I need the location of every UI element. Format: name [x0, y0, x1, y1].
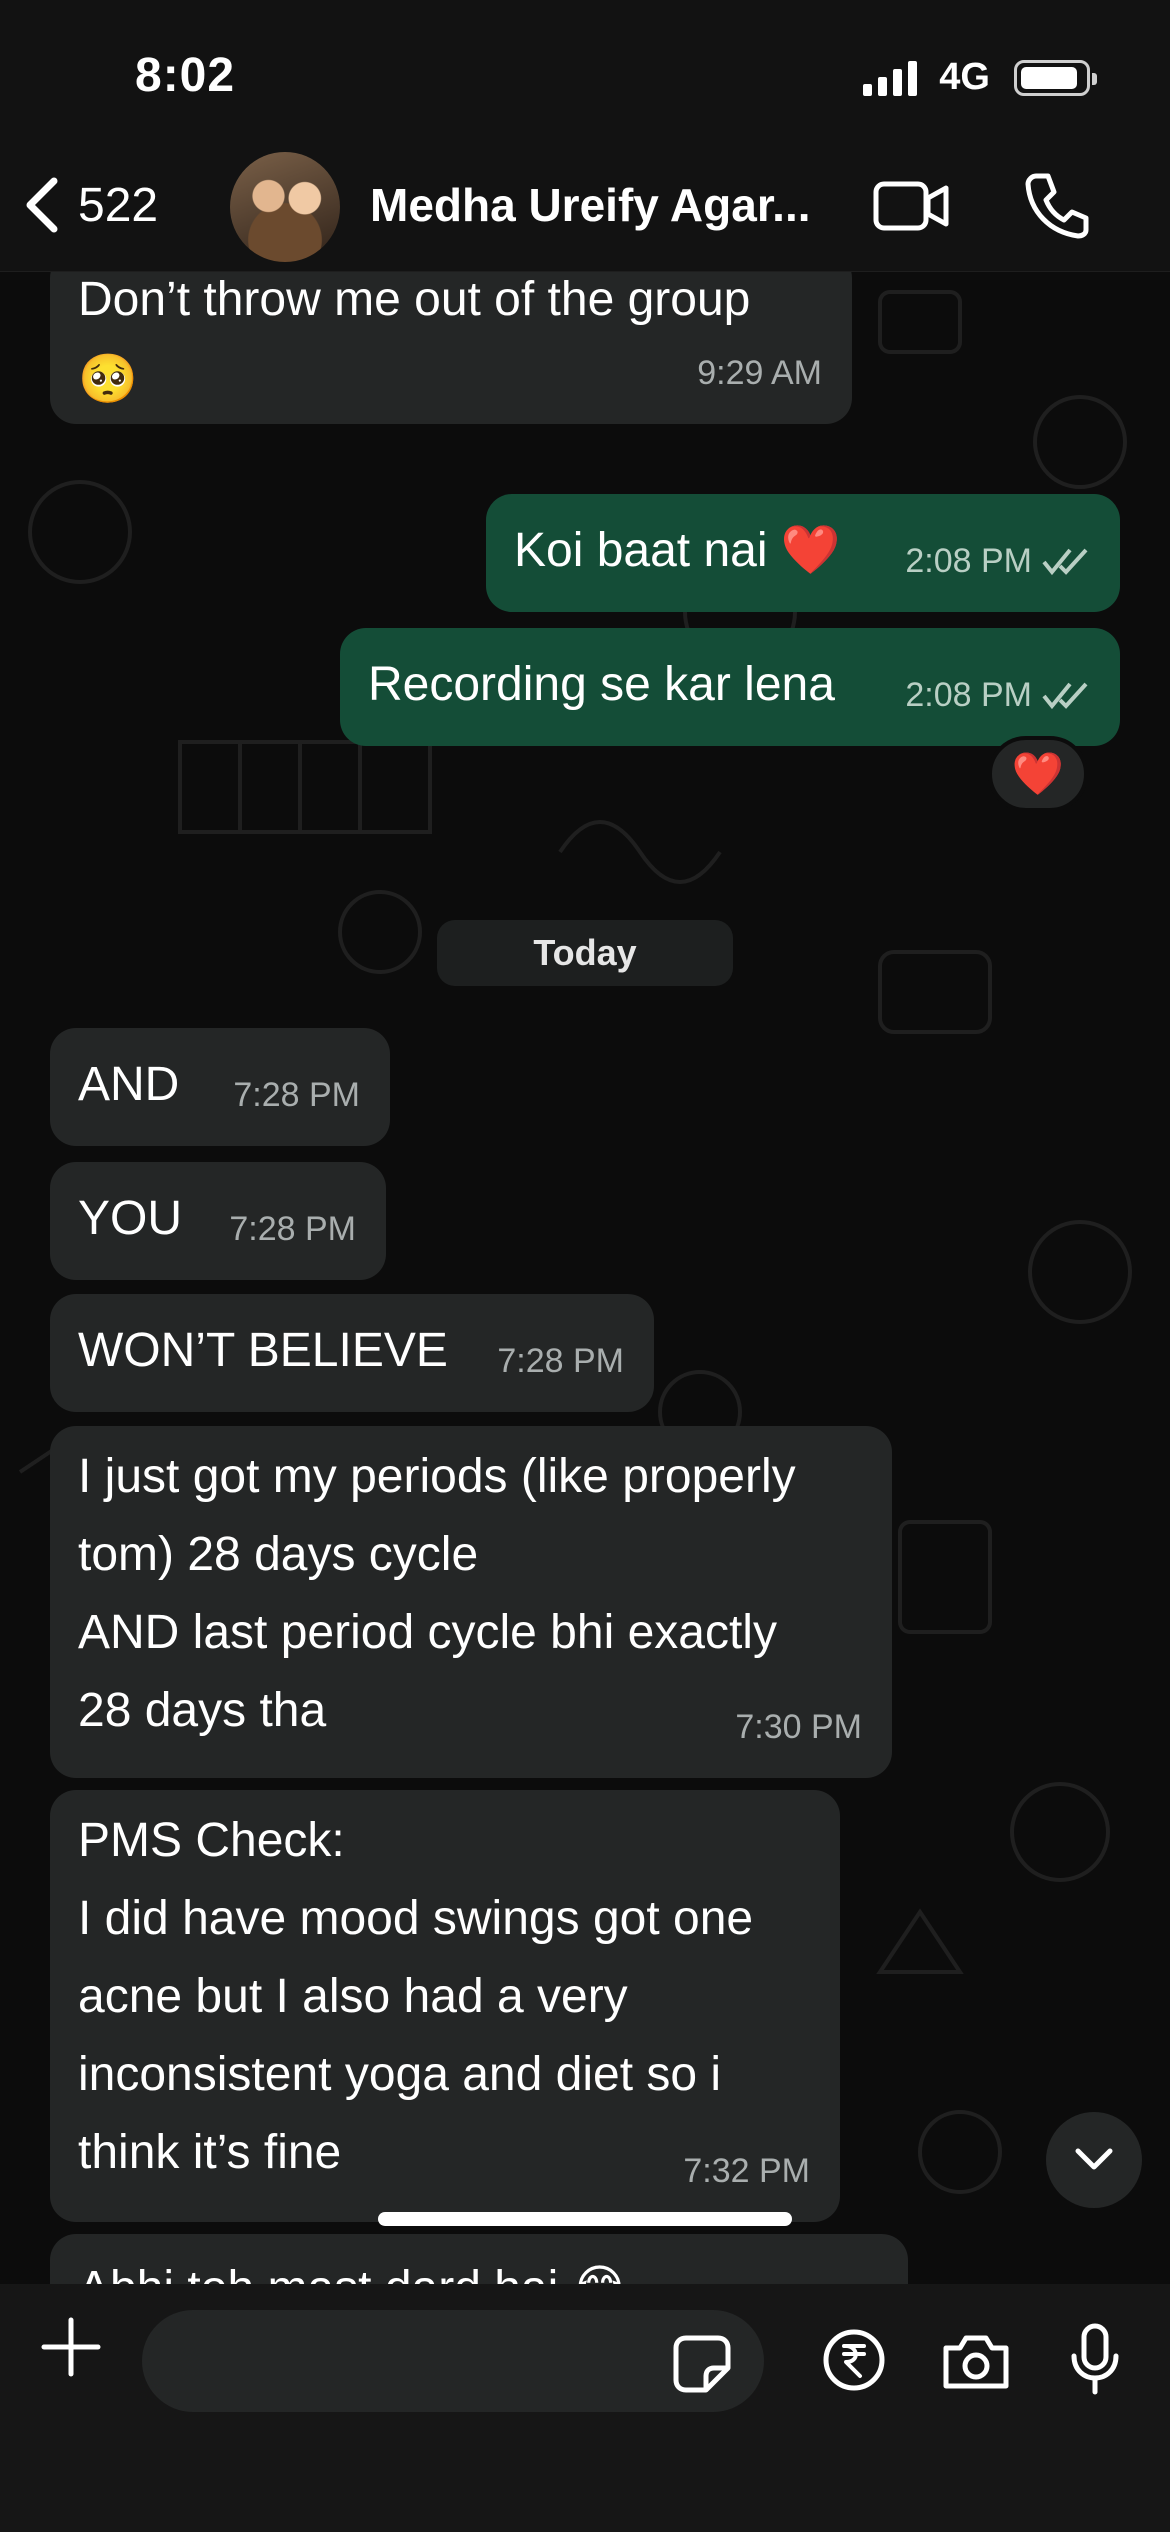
message-time: 7:28 PM — [497, 1342, 624, 1380]
back-button[interactable]: 522 — [22, 170, 158, 240]
camera-icon[interactable] — [940, 2332, 1012, 2392]
chevron-down-icon — [1075, 2148, 1113, 2170]
message-text: AND — [78, 1058, 180, 1111]
video-call-icon[interactable] — [872, 176, 952, 236]
message-text: WON’T BELIEVE — [78, 1324, 448, 1377]
sticker-icon[interactable] — [672, 2334, 732, 2394]
message-text: YOU — [78, 1192, 183, 1245]
double-check-icon — [1042, 682, 1088, 710]
message-text: Don’t throw me out of the group 🥺 — [78, 273, 751, 406]
message-bubble[interactable]: PMS Check: I did have mood swings got on… — [50, 1790, 840, 2222]
message-bubble[interactable]: Recording se kar lena 2:08 PM — [340, 628, 1120, 746]
message-time: 9:29 AM — [697, 354, 822, 392]
message-bubble[interactable]: WON’T BELIEVE 7:28 PM — [50, 1294, 654, 1412]
composer-bar — [0, 2284, 1170, 2532]
status-indicators: 4G — [863, 56, 1097, 99]
heart-reaction[interactable]: ❤️ — [988, 736, 1088, 812]
date-divider: Today — [437, 920, 733, 986]
message-text: I just got my periods (like properly tom… — [78, 1450, 796, 1737]
whatsapp-chat-screen: 8:02 4G 522 Medha Ureify Agar... Don’t t… — [0, 0, 1170, 2532]
plus-icon[interactable] — [38, 2314, 104, 2380]
scroll-to-bottom-button[interactable] — [1046, 2112, 1142, 2208]
double-check-icon — [1042, 548, 1088, 576]
message-bubble[interactable]: AND 7:28 PM — [50, 1028, 390, 1146]
message-time: 7:28 PM — [233, 1076, 360, 1114]
battery-icon — [1014, 59, 1097, 96]
chat-messages[interactable]: Don’t throw me out of the group 🥺 9:29 A… — [0, 272, 1170, 2284]
avatar[interactable] — [230, 152, 340, 262]
message-time: 7:32 PM — [683, 2152, 810, 2190]
home-indicator[interactable] — [378, 2212, 792, 2226]
message-input[interactable] — [142, 2310, 764, 2412]
message-bubble[interactable]: Koi baat nai ❤️ 2:08 PM — [486, 494, 1120, 612]
message-time: 2:08 PM — [905, 676, 1032, 714]
message-time: 7:28 PM — [229, 1210, 356, 1248]
unread-count: 522 — [78, 178, 159, 232]
message-text: Koi baat nai ❤️ — [514, 524, 841, 577]
back-chevron-icon — [26, 177, 58, 233]
status-bar: 8:02 4G — [0, 0, 1170, 140]
message-time: 7:30 PM — [735, 1708, 862, 1746]
mic-icon[interactable] — [1068, 2322, 1122, 2398]
message-bubble[interactable]: YOU 7:28 PM — [50, 1162, 386, 1280]
chat-title[interactable]: Medha Ureify Agar... — [370, 178, 840, 232]
chat-header: 522 Medha Ureify Agar... — [0, 140, 1170, 272]
message-bubble[interactable]: I just got my periods (like properly tom… — [50, 1426, 892, 1778]
status-time: 8:02 — [135, 49, 236, 102]
rupee-icon[interactable] — [822, 2328, 886, 2392]
message-bubble[interactable]: Don’t throw me out of the group 🥺 9:29 A… — [50, 272, 852, 424]
message-text: PMS Check: I did have mood swings got on… — [78, 1814, 754, 2179]
signal-icon — [863, 60, 918, 96]
phone-icon[interactable] — [1022, 170, 1092, 240]
message-text: Recording se kar lena — [368, 658, 835, 711]
message-text: Abhi toh mast dard hai 😂 — [78, 2250, 628, 2284]
message-bubble[interactable]: Abhi toh mast dard hai 😂 — [50, 2234, 908, 2284]
message-time: 2:08 PM — [905, 542, 1032, 580]
network-type: 4G — [939, 56, 990, 98]
